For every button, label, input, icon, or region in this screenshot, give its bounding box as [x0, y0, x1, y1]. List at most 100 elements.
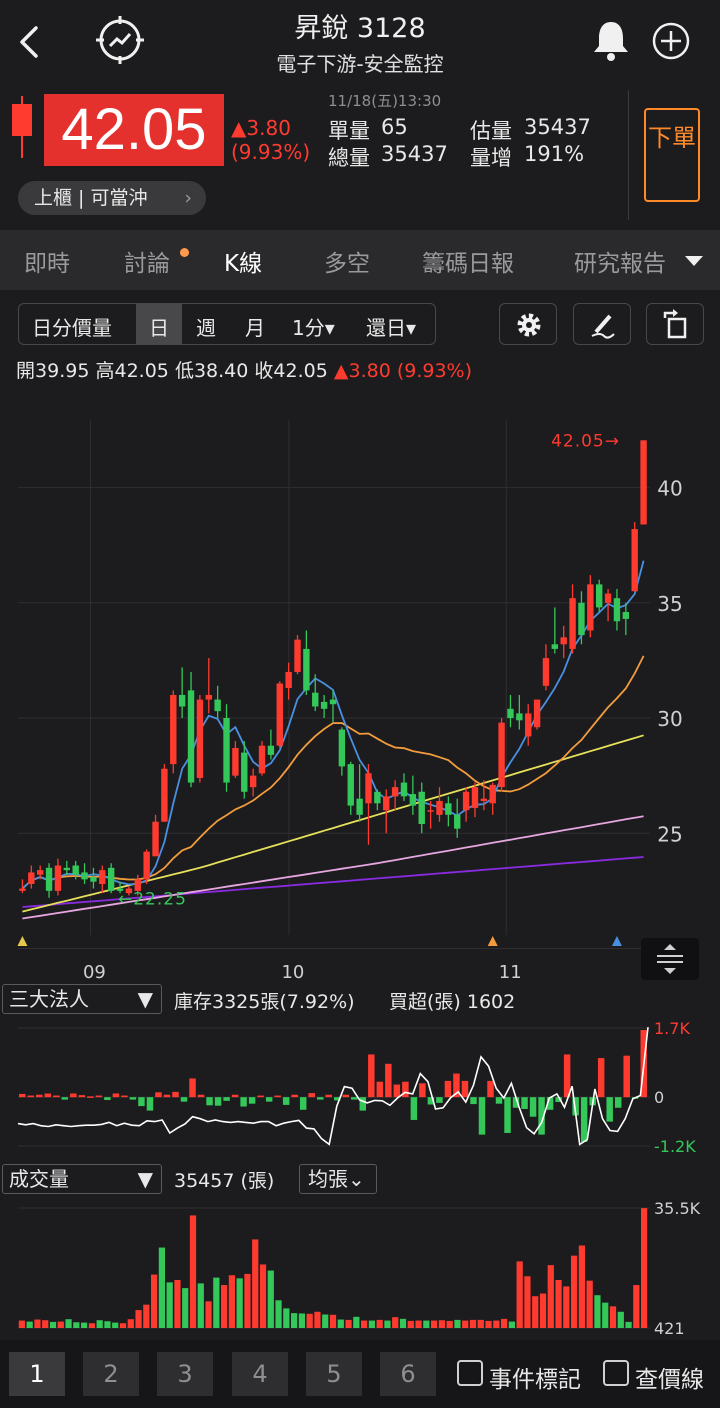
candle — [596, 584, 603, 608]
institutional-bar — [231, 1094, 239, 1098]
volume-bar — [501, 1318, 508, 1328]
candle — [356, 798, 363, 815]
institutional-bar — [368, 1054, 375, 1098]
indicator-select[interactable]: 三大法人 ▼ — [2, 984, 162, 1014]
volume-chart: 35.5K 421 — [18, 1199, 701, 1336]
candle — [170, 694, 177, 765]
candle — [542, 658, 550, 686]
period-month[interactable]: 月 — [245, 312, 265, 341]
volume-bar — [88, 1323, 95, 1328]
volume-bar — [329, 1314, 337, 1328]
draw-button[interactable] — [573, 303, 631, 345]
period-minute[interactable]: 1分▾ — [292, 312, 335, 341]
period-week[interactable]: 週 — [196, 312, 216, 341]
bell-icon[interactable] — [590, 18, 632, 62]
market-tag-label: 上櫃 | 可當沖 — [34, 187, 148, 209]
institutional-bar — [274, 1095, 281, 1098]
institutional-bar — [393, 1084, 401, 1098]
candle — [622, 612, 630, 619]
volume-increase: 191% — [524, 142, 585, 166]
volume-bar — [34, 1319, 41, 1328]
market-tag[interactable]: 上櫃 | 可當沖 › — [18, 181, 206, 215]
volume-bar — [586, 1280, 593, 1328]
institutional-bar — [470, 1097, 477, 1105]
net-buy-info: 買超(張) 1602 — [389, 991, 516, 1013]
candle — [72, 865, 79, 875]
institutional-bar — [44, 1093, 52, 1098]
tab-bull-bear[interactable]: 多空 — [324, 244, 370, 278]
volume-bar — [49, 1321, 57, 1328]
period-day[interactable]: 日 — [149, 312, 169, 341]
candlestick-chart[interactable]: 403530252009101142.05→←22.25 — [0, 400, 720, 985]
volume-bar — [166, 1282, 173, 1328]
page-5[interactable]: 5 — [306, 1352, 362, 1396]
page-6[interactable]: 6 — [380, 1352, 436, 1396]
ma240-line — [22, 856, 644, 908]
candle — [604, 593, 612, 603]
volume-bar — [454, 1319, 461, 1328]
est-volume: 35437 — [524, 115, 591, 139]
candle — [445, 803, 452, 815]
y-tick-label: 1.7K — [654, 1019, 690, 1038]
institutional-bar — [495, 1097, 503, 1104]
volume-bar — [524, 1276, 531, 1328]
institutional-bar — [597, 1058, 605, 1098]
period-intraday[interactable]: 日分價量 — [32, 312, 112, 341]
candle — [374, 791, 381, 804]
tab-realtime[interactable]: 即時 — [24, 244, 70, 278]
candle — [640, 440, 647, 525]
settings-button[interactable] — [499, 303, 557, 345]
volume-bar — [73, 1322, 80, 1328]
page-2[interactable]: 2 — [83, 1352, 139, 1396]
tab-kline[interactable]: K線 — [224, 244, 262, 278]
add-watchlist-icon[interactable] — [650, 20, 692, 62]
tab-discussion[interactable]: 討論 — [124, 244, 170, 278]
order-button[interactable]: 下單 — [644, 108, 700, 202]
volume-bar — [252, 1239, 259, 1328]
rotate-button[interactable] — [646, 303, 704, 345]
volume-bar — [571, 1255, 578, 1328]
volume-bar — [485, 1320, 492, 1328]
institutional-bar — [104, 1097, 111, 1101]
x-tick-label: 10 — [281, 962, 304, 983]
page-4[interactable]: 4 — [232, 1352, 288, 1396]
volume-bar — [42, 1320, 49, 1328]
volume-bar — [205, 1301, 212, 1328]
volume-bar — [415, 1320, 422, 1328]
volume-bar — [399, 1318, 407, 1328]
event-marker-checkbox[interactable] — [457, 1360, 483, 1386]
adjust-select[interactable]: 還日▾ — [366, 312, 416, 341]
indicator-select-label: 三大法人 — [9, 987, 89, 1011]
tab-more-icon[interactable] — [670, 230, 720, 290]
candle — [525, 713, 532, 737]
volume-select[interactable]: 成交量 ▼ — [2, 1164, 162, 1194]
candle — [436, 800, 443, 815]
est-volume-label: 估量 — [470, 119, 512, 143]
ohlc-summary: 開39.95 高42.05 低38.40 收42.05 ▲3.80 (9.93%… — [16, 356, 472, 383]
page-3[interactable]: 3 — [157, 1352, 213, 1396]
volume-value: 35457 (張) — [174, 1170, 275, 1192]
chart-scale-icon[interactable] — [641, 938, 699, 980]
candle — [36, 870, 44, 875]
institutional-bar — [282, 1097, 290, 1105]
volume-bar — [151, 1274, 158, 1328]
volume-bar — [189, 1215, 197, 1328]
institutional-bar — [19, 1093, 26, 1098]
page-1[interactable]: 1 — [9, 1352, 65, 1396]
institutional-bar — [444, 1080, 452, 1098]
price-line-checkbox[interactable] — [603, 1360, 629, 1386]
candle — [516, 713, 523, 721]
volume-unit-select[interactable]: 均張⌄ — [299, 1164, 377, 1194]
tab-research[interactable]: 研究報告 — [574, 244, 666, 278]
tab-chip-daily[interactable]: 籌碼日報 — [422, 244, 514, 278]
institutional-bar — [27, 1095, 35, 1098]
institutional-bar — [146, 1097, 154, 1111]
candle — [427, 810, 434, 812]
candle — [533, 699, 541, 728]
notification-dot — [180, 248, 189, 257]
volume-bar — [625, 1321, 632, 1328]
volume-bar — [516, 1261, 523, 1328]
institutional-bar — [180, 1097, 188, 1102]
institutional-bar — [504, 1097, 511, 1133]
volume-bar — [291, 1313, 298, 1328]
